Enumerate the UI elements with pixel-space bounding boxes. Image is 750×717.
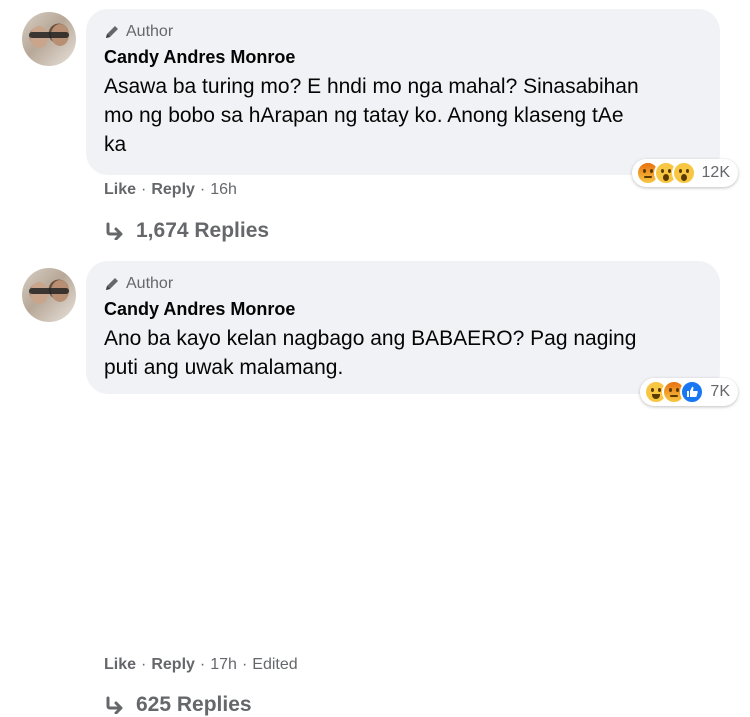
reply-button[interactable]: Reply [151, 181, 195, 199]
separator: · [141, 181, 147, 198]
separator: · [241, 656, 248, 673]
edited-label: Edited [252, 656, 298, 673]
commenter-name[interactable]: Candy Andres Monroe [104, 299, 700, 320]
timestamp[interactable]: 16h [210, 181, 237, 199]
avatar[interactable] [22, 268, 76, 322]
reply-arrow-icon [106, 696, 123, 714]
comment-text-line: mo ng bobo sa hArapan ng tatay ko. Anong… [104, 104, 624, 127]
commenter-name[interactable]: Candy Andres Monroe [104, 47, 700, 68]
reactions-summary[interactable]: 12K [631, 159, 738, 187]
pen-icon [106, 278, 118, 290]
reply-button[interactable]: Reply [151, 656, 195, 674]
author-badge-label: Author [126, 23, 174, 40]
view-replies-button[interactable]: 625 Replies [104, 693, 252, 717]
reply-arrow-icon [106, 222, 123, 240]
reaction-count: 7K [710, 383, 730, 400]
comment-actions: Like · Reply · 16h [104, 181, 237, 199]
reactions-summary[interactable]: 7K [640, 378, 738, 406]
separator: · [199, 181, 206, 198]
timestamp[interactable]: 17h [210, 656, 237, 674]
like-button[interactable]: Like [104, 656, 136, 674]
replies-count: 625 Replies [136, 693, 252, 716]
comment-actions: Like · Reply · 17h · Edited [104, 656, 298, 674]
separator: · [199, 656, 206, 673]
comment-text-line: Asawa ba turing mo? E hndi mo nga mahal?… [104, 75, 639, 98]
comment-text-line: ka [104, 133, 127, 156]
wow-icon [671, 161, 696, 185]
author-badge: Author [104, 273, 700, 295]
author-badge-label: Author [126, 275, 174, 292]
replies-count: 1,674 Replies [136, 219, 270, 242]
separator: · [141, 656, 147, 673]
view-replies-button[interactable]: 1,674 Replies [104, 219, 269, 243]
comment-text: Asawa ba turing mo? E hndi mo nga mahal?… [104, 72, 700, 159]
pen-icon [106, 26, 118, 38]
comment-text-line: puti ang uwak malamang. [104, 356, 344, 379]
reaction-count: 12K [701, 164, 730, 181]
like-icon [680, 380, 705, 404]
author-badge: Author [104, 21, 700, 43]
comment-bubble: Author Candy Andres Monroe Asawa ba turi… [86, 9, 738, 187]
like-button[interactable]: Like [104, 181, 136, 199]
comment-text: Ano ba kayo kelan nagbago ang BABAERO? P… [104, 324, 700, 382]
avatar[interactable] [22, 12, 76, 66]
comment-text-line: Ano ba kayo kelan nagbago ang BABAERO? P… [104, 327, 637, 350]
comment-bubble: Author Candy Andres Monroe Ano ba kayo k… [86, 261, 738, 406]
